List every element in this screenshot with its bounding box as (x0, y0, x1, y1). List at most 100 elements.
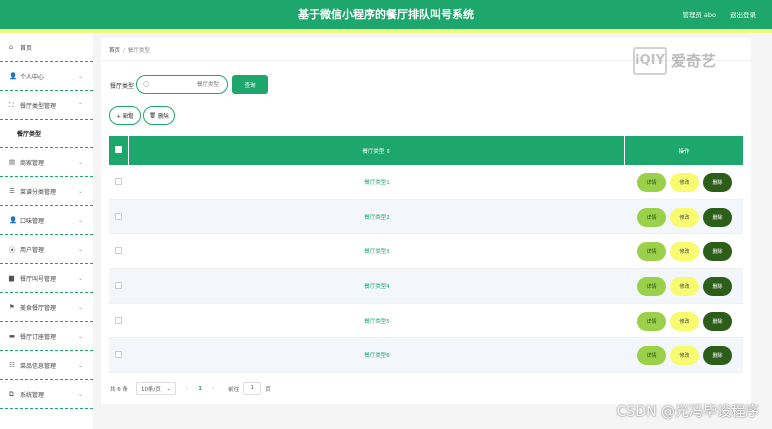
row-checkbox[interactable] (115, 282, 122, 290)
add-button[interactable]: + 新增 (109, 106, 141, 125)
table-row: 餐厅类型5 详情 修改 删除 (109, 304, 743, 339)
column-header-actions: 操作 (678, 148, 690, 155)
delete-button[interactable]: 删除 (703, 173, 732, 192)
edit-button[interactable]: 修改 (670, 207, 699, 227)
copy-icon: ⧉ (9, 389, 14, 398)
sidebar-item-label: 餐厅类型管理 (20, 102, 57, 110)
delete-button[interactable]: 删除 (703, 242, 732, 262)
table-row: 餐厅类型3 详情 修改 删除 (109, 234, 743, 270)
sidebar-item-users[interactable]: ⦿ 用户管理 ⌄ (0, 235, 93, 264)
user-icon: 👤 (9, 72, 18, 80)
delete-button[interactable]: 删除 (703, 277, 732, 297)
expand-icon: ⛶ (9, 100, 14, 109)
detail-button[interactable]: 详情 (637, 207, 666, 227)
hand-cursor-icon: ☝ (126, 111, 132, 121)
column-header-type[interactable]: 餐厅类型 ⇕ (129, 136, 625, 165)
row-checkbox[interactable] (115, 178, 122, 185)
detail-button[interactable]: 详情 (637, 311, 666, 331)
sidebar-item-profile[interactable]: 👤 个人中心 ⌄ (0, 62, 93, 91)
sidebar-item-queue-calls[interactable]: ▆ 餐厅叫号管理 ⌄ (0, 264, 93, 293)
sidebar-item-label: 餐厅叫号管理 (20, 275, 57, 283)
goto-label: 前往 (228, 386, 240, 393)
row-checkbox[interactable] (115, 351, 122, 359)
row-type-cell: 餐厅类型1 (364, 180, 390, 186)
sidebar-item-food-restaurants[interactable]: ⚑ 美食餐厅管理 ⌄ (0, 293, 93, 322)
page-size-select[interactable]: 10条/页 ⌄ (136, 382, 176, 395)
iqiyi-logo-text: 爱奇艺 (671, 52, 717, 70)
row-checkbox[interactable] (115, 212, 122, 220)
sidebar-item-home[interactable]: ⌂ 首页 (0, 33, 93, 62)
top-bar: 基于微信小程序的餐厅排队叫号系统 管理员 abo 退出登录 (0, 0, 772, 29)
row-type-cell: 餐厅类型4 (364, 284, 390, 291)
sidebar-item-label: 菜谱分类管理 (20, 188, 57, 196)
breadcrumb-home[interactable]: 首页 (109, 48, 120, 54)
breadcrumb: 首页 / 餐厅类型 (109, 46, 150, 54)
current-page[interactable]: 1 (198, 386, 202, 392)
chevron-down-icon: ⌄ (166, 385, 171, 392)
detail-button[interactable]: 详情 (637, 277, 666, 297)
row-checkbox[interactable] (115, 316, 122, 324)
sidebar-item-restaurant-types[interactable]: ⛶ 餐厅类型管理 ⌃ (0, 91, 93, 120)
goto-page-input[interactable]: 1 (243, 382, 262, 395)
location-icon: ⦿ (9, 246, 16, 254)
table-row: 餐厅类型4 详情 修改 删除 (109, 269, 743, 304)
search-input[interactable] (155, 79, 219, 91)
list-icon: ☰ (9, 187, 15, 195)
main-panel: 首页/餐厅类型 餐厅类型 ○ 查询 + 新增 ☝ 🗑 删除 餐厅类型 ⇕ 操作 … (101, 38, 751, 404)
select-all-checkbox[interactable] (109, 136, 129, 165)
logout-link[interactable]: 退出登录 (730, 9, 756, 19)
chevron-down-icon: ⌄ (77, 390, 83, 398)
row-checkbox[interactable] (115, 247, 122, 255)
sidebar-item-system[interactable]: ⧉ 系统管理 ⌄ (0, 380, 93, 409)
top-accent-strip (0, 29, 772, 33)
detail-button[interactable]: 详情 (637, 346, 666, 366)
sidebar-subitem-restaurant-type[interactable]: 餐厅类型 (0, 120, 93, 148)
search-field[interactable]: ○ (136, 75, 228, 94)
sidebar-item-label: 个人中心 (20, 73, 45, 81)
table-row: 餐厅类型6 详情 修改 删除 (109, 338, 743, 374)
delete-button[interactable]: 删除 (703, 207, 732, 227)
chevron-down-icon: ⌄ (77, 274, 83, 282)
sidebar: ⌂ 首页 👤 个人中心 ⌄ ⛶ 餐厅类型管理 ⌃ 餐厅类型 ▤ 商家管理 ⌄ ☰… (0, 33, 93, 429)
edit-button[interactable]: 修改 (670, 242, 699, 262)
edit-button[interactable]: 修改 (670, 277, 699, 297)
search-button-label: 查询 (244, 82, 256, 89)
chevron-down-icon: ⌄ (77, 303, 83, 311)
sidebar-item-flavors[interactable]: 👤 口味管理 ⌄ (0, 206, 93, 235)
search-label: 餐厅类型 (110, 83, 135, 90)
batch-delete-button[interactable]: 🗑 删除 (143, 106, 175, 125)
next-page-button[interactable]: › (212, 386, 214, 392)
sidebar-item-label: 商家管理 (20, 159, 45, 167)
detail-button[interactable]: 详情 (637, 242, 666, 262)
row-type-cell: 餐厅类型5 (364, 318, 390, 325)
page-size-value: 10条/页 (141, 386, 161, 393)
prev-page-button[interactable]: ‹ (186, 386, 188, 392)
table-header: 餐厅类型 ⇕ 操作 (109, 136, 743, 165)
search-button[interactable]: 查询 (232, 75, 268, 94)
chevron-down-icon: ⌄ (77, 361, 83, 369)
edit-button[interactable]: 修改 (670, 311, 699, 331)
chevron-down-icon: ⌄ (77, 187, 83, 195)
chevron-down-icon: ⌄ (77, 245, 83, 253)
pagination: 共 6 条 10条/页 ⌄ ‹ 1 › 前往 1 页 (110, 382, 271, 395)
sidebar-item-label: 系统管理 (20, 391, 45, 399)
delete-button[interactable]: 删除 (703, 311, 732, 331)
chevron-down-icon: ⌄ (77, 216, 83, 224)
edit-button[interactable]: 修改 (670, 346, 699, 366)
sidebar-item-dishes[interactable]: ☷ 菜品信息管理 ⌄ (0, 351, 93, 380)
delete-button[interactable]: 删除 (703, 346, 732, 366)
page-unit-label: 页 (265, 386, 271, 393)
chevron-down-icon: ⌄ (77, 332, 83, 340)
iqiyi-watermark: iQIY 爱奇艺 (633, 45, 723, 75)
detail-button[interactable]: 详情 (637, 173, 666, 192)
sidebar-item-label: 用户管理 (20, 246, 45, 254)
sidebar-item-menu-categories[interactable]: ☰ 菜谱分类管理 ⌄ (0, 177, 93, 206)
chevron-down-icon: ⌄ (77, 72, 83, 80)
sidebar-item-merchants[interactable]: ▤ 商家管理 ⌄ (0, 148, 93, 177)
chevron-down-icon: ⌄ (77, 158, 83, 166)
sidebar-item-label: 美食餐厅管理 (20, 304, 57, 312)
sidebar-item-label: 首页 (20, 44, 33, 52)
chevron-up-icon: ⌃ (77, 101, 83, 109)
edit-button[interactable]: 修改 (670, 173, 699, 192)
sidebar-item-reservations[interactable]: ▬ 餐厅订座管理 ⌄ (0, 322, 93, 351)
